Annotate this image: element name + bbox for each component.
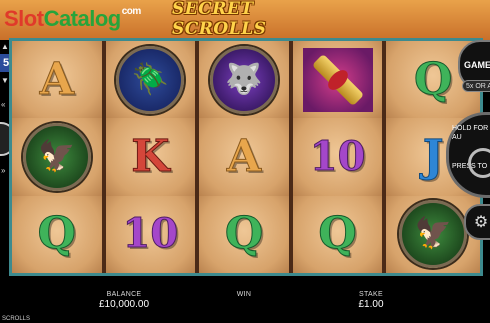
rewind-icon[interactable]: « bbox=[1, 100, 5, 109]
anubis-icon: 🐺 bbox=[209, 45, 278, 114]
symbol-q: Q bbox=[318, 208, 357, 260]
reel-5-row-3: 🦅 bbox=[386, 195, 480, 273]
down-arrow-icon[interactable]: ▼ bbox=[1, 76, 9, 85]
symbol-a: A bbox=[39, 53, 74, 105]
symbol-ten: 10 bbox=[122, 210, 179, 258]
up-arrow-icon[interactable]: ▲ bbox=[1, 42, 9, 51]
symbol-ten: 10 bbox=[309, 132, 366, 180]
balance-display: BALANCE £10,000.00 bbox=[79, 291, 169, 310]
scarab-icon: 🪲 bbox=[116, 45, 185, 114]
reel-grid: A 🪲 🐺 Q 🦅 K A 10 J Q 10 Q Q 🦅 bbox=[12, 41, 480, 273]
watermark-part-slot: Slot bbox=[4, 6, 44, 31]
reel-4-row-1 bbox=[292, 41, 387, 119]
spin-icon[interactable] bbox=[468, 148, 490, 178]
gear-icon: ⚙ bbox=[473, 214, 489, 231]
spin-hint-line1: HOLD FOR AU bbox=[452, 125, 489, 141]
reel-3-row-3: Q bbox=[199, 195, 293, 273]
stake-display[interactable]: STAKE £1.00 bbox=[326, 291, 416, 310]
balance-label: BALANCE bbox=[106, 291, 142, 298]
symbol-j: J bbox=[422, 130, 444, 182]
slotcatalog-watermark: SlotCatalogcom bbox=[4, 6, 141, 32]
reel-1-row-2: 🦅 bbox=[12, 118, 106, 196]
balance-value: £10,000.00 bbox=[98, 299, 150, 310]
reel-3-row-2: A bbox=[199, 118, 293, 196]
game-name-footer: SCROLLS bbox=[2, 316, 31, 322]
stake-label: STAKE bbox=[359, 291, 383, 298]
watermark-part-catalog: Catalog bbox=[43, 6, 122, 31]
reel-1-row-1: A bbox=[12, 41, 106, 119]
scroll-icon bbox=[302, 47, 373, 112]
symbol-q: Q bbox=[224, 208, 264, 260]
reel-4-row-2: 10 bbox=[292, 118, 387, 196]
reel-3-row-1: 🐺 bbox=[199, 41, 293, 119]
game-logo: SECRET SCROLLS bbox=[172, 0, 320, 39]
fast-forward-icon[interactable]: » bbox=[1, 166, 5, 175]
bird-icon: 🦅 bbox=[399, 200, 468, 269]
watermark-part-com: com bbox=[121, 6, 142, 17]
game-logo-text: SECRET SCROLLS bbox=[172, 0, 267, 39]
bottom-status-bar: BALANCE £10,000.00 WIN STAKE £1.00 SCROL… bbox=[0, 289, 490, 323]
reel-2-row-1: 🪲 bbox=[105, 41, 200, 119]
win-label: WIN bbox=[236, 291, 252, 298]
reel-frame: A 🪲 🐺 Q 🦅 K A 10 J Q 10 Q Q 🦅 bbox=[9, 38, 483, 276]
symbol-a: A bbox=[226, 130, 262, 182]
reel-2-row-3: 10 bbox=[105, 195, 200, 273]
symbol-k: K bbox=[131, 130, 170, 182]
reel-1-row-3: Q bbox=[12, 195, 106, 273]
bird-icon: 🦅 bbox=[22, 122, 91, 191]
autoplay-chip[interactable]: 5x OR AR bbox=[462, 80, 490, 92]
stake-value: £1.00 bbox=[358, 299, 384, 310]
reel-2-row-2: K bbox=[105, 118, 200, 196]
reel-4-row-3: Q bbox=[292, 195, 387, 273]
symbol-q: Q bbox=[414, 53, 453, 105]
settings-button[interactable]: ⚙ bbox=[464, 204, 490, 240]
game-menu-label: GAME bbox=[464, 60, 490, 70]
win-display: WIN bbox=[199, 291, 289, 299]
symbol-q: Q bbox=[37, 208, 76, 260]
